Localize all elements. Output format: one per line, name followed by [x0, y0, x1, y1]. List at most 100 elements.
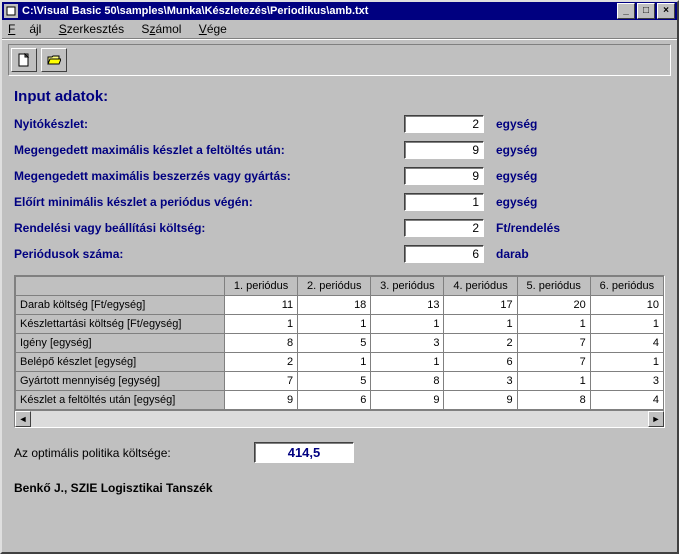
table-cell[interactable]: 1: [517, 315, 590, 334]
period-header: 3. periódus: [371, 277, 444, 296]
period-header: 5. periódus: [517, 277, 590, 296]
table-cell[interactable]: 9: [444, 391, 517, 410]
menu-edit[interactable]: Szerkesztés: [59, 22, 124, 36]
data-table-wrap: 1. periódus2. periódus3. periódus4. peri…: [14, 275, 665, 428]
row-header: Igény [egység]: [16, 334, 225, 353]
scroll-track[interactable]: [31, 411, 648, 427]
section-heading: Input adatok:: [14, 88, 665, 105]
form-label: Megengedett maximális készlet a feltölté…: [14, 143, 404, 157]
close-button[interactable]: ×: [657, 3, 675, 19]
window-title: C:\Visual Basic 50\samples\Munka\Készlet…: [22, 5, 617, 17]
menu-calc[interactable]: Számol: [141, 22, 181, 36]
table-cell[interactable]: 6: [444, 353, 517, 372]
app-window: C:\Visual Basic 50\samples\Munka\Készlet…: [0, 0, 679, 554]
result-label: Az optimális politika költsége:: [14, 446, 254, 460]
form-unit: egység: [496, 117, 537, 131]
row-header: Gyártott mennyiség [egység]: [16, 372, 225, 391]
table-cell[interactable]: 7: [517, 334, 590, 353]
table-cell[interactable]: 2: [444, 334, 517, 353]
minimize-button[interactable]: _: [617, 3, 635, 19]
title-bar: C:\Visual Basic 50\samples\Munka\Készlet…: [2, 2, 677, 20]
scroll-right-button[interactable]: ►: [648, 411, 664, 427]
table-cell[interactable]: 20: [517, 296, 590, 315]
table-cell[interactable]: 3: [590, 372, 663, 391]
form-label: Rendelési vagy beállítási költség:: [14, 221, 404, 235]
table-cell[interactable]: 4: [590, 391, 663, 410]
form-label: Előírt minimális készlet a periódus végé…: [14, 195, 404, 209]
form-row: Megengedett maximális készlet a feltölté…: [14, 141, 665, 159]
form-unit: egység: [496, 169, 537, 183]
table-cell[interactable]: 13: [371, 296, 444, 315]
menu-bar: Fájl Szerkesztés Számol Vége: [2, 20, 677, 39]
form-unit: egység: [496, 195, 537, 209]
table-corner: [16, 277, 225, 296]
table-cell[interactable]: 6: [298, 391, 371, 410]
table-row: Gyártott mennyiség [egység]758313: [16, 372, 664, 391]
table-cell[interactable]: 3: [371, 334, 444, 353]
table-row: Készlet a feltöltés után [egység]969984: [16, 391, 664, 410]
period-header: 1. periódus: [225, 277, 298, 296]
result-value: 414,5: [254, 442, 354, 463]
menu-end[interactable]: Vége: [199, 22, 227, 36]
form-row: Megengedett maximális beszerzés vagy gyá…: [14, 167, 665, 185]
toolbar: [2, 39, 677, 80]
table-cell[interactable]: 1: [371, 353, 444, 372]
horizontal-scrollbar[interactable]: ◄ ►: [15, 410, 664, 427]
result-row: Az optimális politika költsége: 414,5: [14, 442, 665, 463]
table-cell[interactable]: 3: [444, 372, 517, 391]
new-file-button[interactable]: [11, 48, 37, 72]
table-cell[interactable]: 18: [298, 296, 371, 315]
row-header: Készlettartási költség [Ft/egység]: [16, 315, 225, 334]
table-cell[interactable]: 5: [298, 334, 371, 353]
form-row: Periódusok száma:darab: [14, 245, 665, 263]
period-header: 2. periódus: [298, 277, 371, 296]
table-cell[interactable]: 4: [590, 334, 663, 353]
table-cell[interactable]: 17: [444, 296, 517, 315]
table-row: Igény [egység]853274: [16, 334, 664, 353]
table-cell[interactable]: 11: [225, 296, 298, 315]
table-cell[interactable]: 8: [225, 334, 298, 353]
row-header: Készlet a feltöltés után [egység]: [16, 391, 225, 410]
open-file-button[interactable]: [41, 48, 67, 72]
scroll-left-button[interactable]: ◄: [15, 411, 31, 427]
content-area: Input adatok: Nyitókészlet:egységMegenge…: [2, 80, 677, 552]
form-input[interactable]: [404, 219, 484, 237]
form-input[interactable]: [404, 193, 484, 211]
form-input[interactable]: [404, 141, 484, 159]
table-cell[interactable]: 2: [225, 353, 298, 372]
data-table: 1. periódus2. periódus3. periódus4. peri…: [15, 276, 664, 410]
table-cell[interactable]: 7: [225, 372, 298, 391]
table-row: Darab költség [Ft/egység]111813172010: [16, 296, 664, 315]
form-unit: egység: [496, 143, 537, 157]
table-cell[interactable]: 9: [225, 391, 298, 410]
table-cell[interactable]: 1: [590, 315, 663, 334]
form-input[interactable]: [404, 245, 484, 263]
table-cell[interactable]: 1: [590, 353, 663, 372]
menu-file[interactable]: Fájl: [8, 22, 41, 36]
table-row: Készlettartási költség [Ft/egység]111111: [16, 315, 664, 334]
table-cell[interactable]: 9: [371, 391, 444, 410]
table-cell[interactable]: 1: [225, 315, 298, 334]
table-cell[interactable]: 1: [298, 315, 371, 334]
footer-credit: Benkő J., SZIE Logisztikai Tanszék: [14, 481, 665, 495]
table-cell[interactable]: 8: [517, 391, 590, 410]
table-cell[interactable]: 1: [517, 372, 590, 391]
table-cell[interactable]: 8: [371, 372, 444, 391]
period-header: 4. periódus: [444, 277, 517, 296]
row-header: Belépő készlet [egység]: [16, 353, 225, 372]
table-cell[interactable]: 1: [298, 353, 371, 372]
maximize-button[interactable]: □: [637, 3, 655, 19]
table-cell[interactable]: 10: [590, 296, 663, 315]
app-icon: [4, 4, 18, 18]
form-row: Nyitókészlet: egység: [14, 115, 665, 133]
form-input[interactable]: [404, 115, 484, 133]
form-unit: Ft/rendelés: [496, 221, 560, 235]
form-label: Nyitókészlet:: [14, 117, 404, 131]
form-input[interactable]: [404, 167, 484, 185]
table-cell[interactable]: 5: [298, 372, 371, 391]
period-header: 6. periódus: [590, 277, 663, 296]
table-cell[interactable]: 1: [371, 315, 444, 334]
row-header: Darab költség [Ft/egység]: [16, 296, 225, 315]
table-cell[interactable]: 7: [517, 353, 590, 372]
table-cell[interactable]: 1: [444, 315, 517, 334]
